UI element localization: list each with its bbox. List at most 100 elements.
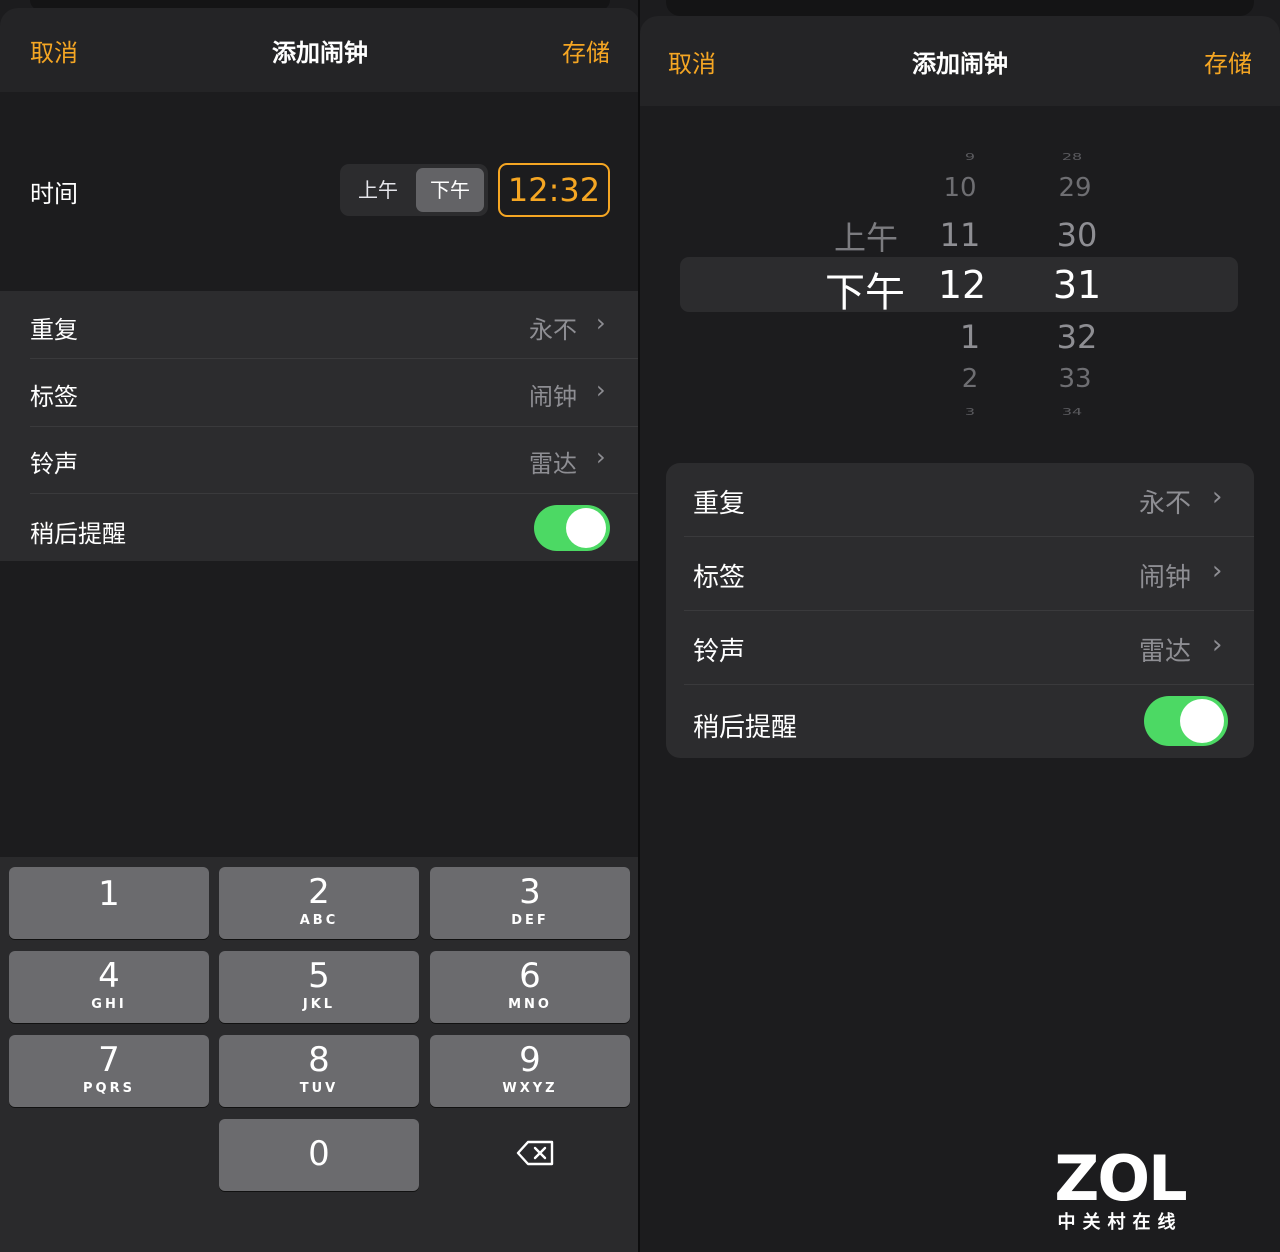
key-digit: 5 — [308, 956, 330, 996]
number-keypad: 1 2 ABC 3 DEF 4 GHI 5 JKL 6 MNO 7 PQRS 8 — [0, 857, 640, 1252]
toggle-knob — [566, 508, 606, 548]
key-letters: ABC — [299, 913, 339, 928]
label-row[interactable]: 标签 闹钟 › — [666, 537, 1254, 610]
label-row[interactable]: 标签 闹钟 › — [0, 359, 640, 426]
key-1[interactable]: 1 — [9, 867, 209, 939]
key-digit: 7 — [98, 1040, 120, 1080]
key-digit: 1 — [98, 874, 120, 914]
chevron-right-icon: › — [1212, 482, 1223, 512]
picker-hour-item[interactable]: 11 — [930, 216, 990, 254]
chevron-right-icon: › — [596, 309, 606, 337]
key-2[interactable]: 2 ABC — [219, 867, 419, 939]
picker-hour-selected[interactable]: 12 — [930, 263, 994, 307]
page-title: 添加闹钟 — [272, 38, 368, 67]
watermark-brand: ZOL — [1054, 1142, 1187, 1215]
backspace-icon[interactable] — [516, 1136, 556, 1170]
key-digit: 3 — [519, 872, 541, 912]
picker-minute-item[interactable]: 28 — [1042, 151, 1102, 162]
key-7[interactable]: 7 PQRS — [9, 1035, 209, 1107]
key-0[interactable]: 0 — [219, 1119, 419, 1191]
label-value: 闹钟 — [529, 383, 577, 411]
repeat-row[interactable]: 重复 永不 › — [0, 291, 640, 358]
picker-minute-item[interactable]: 29 — [1045, 173, 1105, 203]
key-digit: 0 — [308, 1134, 330, 1174]
am-segment[interactable]: 上午 — [344, 168, 412, 212]
save-button[interactable]: 存储 — [1204, 44, 1252, 79]
key-digit: 9 — [519, 1040, 541, 1080]
key-letters: PQRS — [83, 1081, 135, 1096]
snooze-label: 稍后提醒 — [693, 713, 798, 743]
time-picker-wheel[interactable]: 上午 下午 9 10 11 12 1 2 3 28 29 30 31 32 33… — [640, 130, 1280, 440]
key-letters: WXYZ — [502, 1081, 558, 1096]
chevron-right-icon: › — [596, 376, 606, 404]
picker-minute-item[interactable]: 34 — [1042, 406, 1102, 417]
picker-minute-item[interactable]: 33 — [1045, 364, 1105, 394]
nav-bar: 取消 添加闹钟 存储 — [640, 16, 1280, 106]
snooze-row: 稍后提醒 — [0, 494, 640, 561]
pm-segment[interactable]: 下午 — [416, 168, 484, 212]
ringtone-label: 铃声 — [693, 637, 746, 667]
repeat-value: 永不 — [529, 316, 577, 344]
key-digit: 4 — [98, 956, 120, 996]
key-letters: MNO — [508, 997, 552, 1012]
picker-hour-item[interactable]: 1 — [940, 318, 1000, 356]
sheet-background-tab — [666, 0, 1254, 16]
right-screen: 取消 添加闹钟 存储 上午 下午 9 10 11 12 1 2 3 28 29 … — [640, 0, 1280, 1252]
repeat-value: 永不 — [1139, 489, 1192, 519]
ampm-segmented-control: 上午 下午 — [340, 164, 488, 216]
key-8[interactable]: 8 TUV — [219, 1035, 419, 1107]
key-digit: 8 — [308, 1040, 330, 1080]
label-label: 标签 — [30, 383, 78, 411]
save-button[interactable]: 存储 — [562, 33, 610, 68]
key-digit: 2 — [308, 872, 330, 912]
time-label: 时间 — [30, 180, 78, 208]
watermark-subtitle: 中关村在线 — [1057, 1212, 1183, 1233]
picker-minute-item[interactable]: 30 — [1043, 216, 1111, 254]
ringtone-label: 铃声 — [30, 450, 78, 478]
picker-hour-item[interactable]: 3 — [940, 406, 1000, 417]
key-3[interactable]: 3 DEF — [430, 867, 630, 939]
chevron-right-icon: › — [1212, 630, 1223, 660]
cancel-button[interactable]: 取消 — [668, 44, 716, 79]
chevron-right-icon: › — [596, 443, 606, 471]
picker-hour-item[interactable]: 9 — [940, 151, 1000, 162]
ringtone-value: 雷达 — [529, 450, 577, 478]
ringtone-row[interactable]: 铃声 雷达 › — [666, 611, 1254, 684]
page-title: 添加闹钟 — [912, 49, 1008, 78]
picker-ampm-item[interactable]: 上午 — [826, 213, 906, 259]
nav-bar: 取消 添加闹钟 存储 — [0, 8, 640, 92]
key-4[interactable]: 4 GHI — [9, 951, 209, 1023]
snooze-row: 稍后提醒 — [666, 685, 1254, 758]
chevron-right-icon: › — [1212, 556, 1223, 586]
picker-ampm-selected[interactable]: 下午 — [820, 260, 910, 318]
repeat-label: 重复 — [693, 489, 746, 519]
key-letters: TUV — [299, 1081, 339, 1096]
key-letters: GHI — [91, 997, 127, 1012]
key-6[interactable]: 6 MNO — [430, 951, 630, 1023]
key-5[interactable]: 5 JKL — [219, 951, 419, 1023]
picker-minute-selected[interactable]: 31 — [1042, 263, 1112, 307]
key-digit: 6 — [519, 956, 541, 996]
key-9[interactable]: 9 WXYZ — [430, 1035, 630, 1107]
label-label: 标签 — [693, 563, 746, 593]
time-input[interactable]: 12:32 — [498, 163, 610, 217]
key-letters: JKL — [302, 997, 336, 1012]
snooze-toggle[interactable] — [534, 505, 610, 551]
label-value: 闹钟 — [1139, 563, 1192, 593]
cancel-button[interactable]: 取消 — [30, 33, 78, 68]
snooze-toggle[interactable] — [1144, 696, 1228, 746]
settings-list: 重复 永不 › 标签 闹钟 › 铃声 雷达 › 稍后提醒 — [666, 463, 1254, 758]
snooze-label: 稍后提醒 — [30, 520, 126, 548]
toggle-knob — [1180, 699, 1224, 743]
picker-hour-item[interactable]: 10 — [930, 173, 990, 203]
left-screen: 取消 添加闹钟 存储 时间 上午 下午 12:32 重复 永不 › 标签 闹钟 … — [0, 0, 640, 1252]
picker-minute-item[interactable]: 32 — [1043, 318, 1111, 356]
zol-watermark-logo: ZOL 中关村在线 — [1050, 1142, 1190, 1234]
ringtone-row[interactable]: 铃声 雷达 › — [0, 427, 640, 493]
repeat-row[interactable]: 重复 永不 › — [666, 463, 1254, 536]
settings-list: 重复 永不 › 标签 闹钟 › 铃声 雷达 › 稍后提醒 — [0, 291, 640, 561]
key-letters: DEF — [511, 913, 549, 928]
repeat-label: 重复 — [30, 316, 78, 344]
ringtone-value: 雷达 — [1139, 637, 1192, 667]
picker-hour-item[interactable]: 2 — [940, 364, 1000, 394]
